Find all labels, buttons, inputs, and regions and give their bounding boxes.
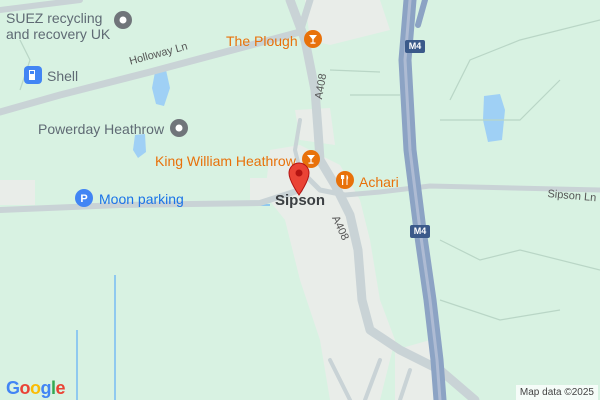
location-pin-icon[interactable] — [287, 162, 311, 196]
poi-label-the-plough[interactable]: The Plough — [226, 33, 298, 49]
m4-shield: M4 — [405, 40, 425, 53]
suez-marker-icon[interactable] — [114, 11, 132, 29]
m4-shield: M4 — [410, 225, 430, 238]
map-canvas[interactable]: SUEZ recycling and recovery UK Shell Pow… — [0, 0, 600, 400]
poi-label-suez[interactable]: SUEZ recycling and recovery UK — [6, 10, 110, 42]
restaurant-marker-icon[interactable] — [336, 171, 354, 189]
poi-label-king-william[interactable]: King William Heathrow — [155, 153, 296, 169]
poi-label-shell[interactable]: Shell — [47, 68, 78, 84]
gas-station-icon[interactable] — [24, 66, 42, 84]
map-attribution[interactable]: Map data ©2025 — [515, 385, 598, 400]
bar-marker-icon[interactable] — [304, 30, 322, 48]
poi-label-moon-parking[interactable]: Moon parking — [99, 191, 184, 207]
google-logo: Google — [6, 378, 66, 398]
parking-marker-icon[interactable]: P — [75, 189, 93, 207]
powerday-marker-icon[interactable] — [170, 119, 188, 137]
poi-label-achari[interactable]: Achari — [359, 174, 399, 190]
svg-text:P: P — [80, 193, 87, 205]
poi-label-powerday[interactable]: Powerday Heathrow — [38, 121, 164, 137]
